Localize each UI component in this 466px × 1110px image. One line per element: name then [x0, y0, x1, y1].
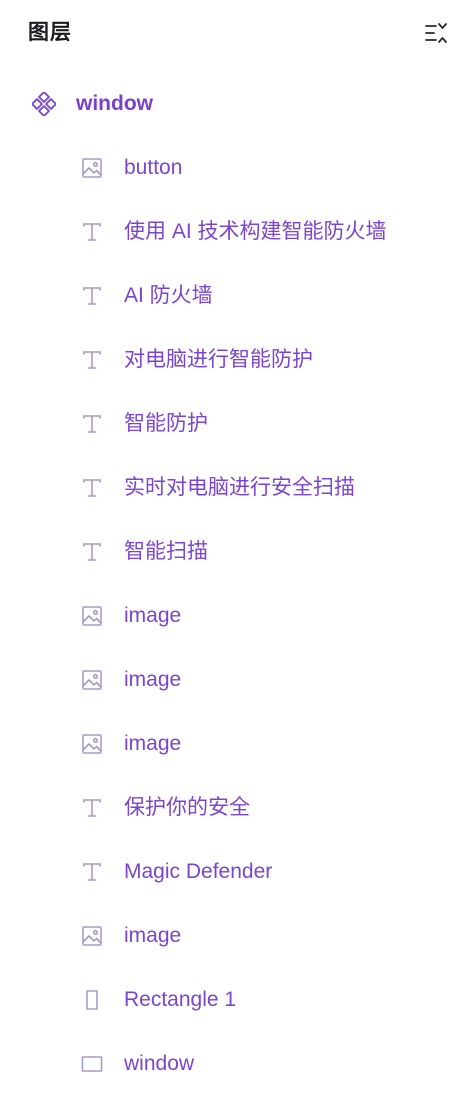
- image-icon: [80, 924, 104, 948]
- text-icon: [80, 796, 104, 820]
- image-icon: [80, 156, 104, 180]
- layer-row[interactable]: image: [0, 648, 466, 712]
- collapse-all-button[interactable]: [420, 18, 452, 48]
- text-icon: [80, 220, 104, 244]
- layer-row[interactable]: 保护你的安全: [0, 776, 466, 840]
- layer-label: 保护你的安全: [124, 796, 250, 819]
- layer-label: 使用 AI 技术构建智能防火墙: [124, 220, 387, 243]
- text-icon: [80, 348, 104, 372]
- layer-row[interactable]: 智能防护: [0, 392, 466, 456]
- layer-row[interactable]: 对电脑进行智能防护: [0, 328, 466, 392]
- rectangle-wide-icon: [80, 1052, 104, 1076]
- layer-label: 实时对电脑进行安全扫描: [124, 476, 355, 499]
- layer-label: 智能扫描: [124, 540, 208, 563]
- layer-label: window: [76, 92, 153, 115]
- layer-label: image: [124, 604, 182, 627]
- layer-label: Magic Defender: [124, 860, 273, 883]
- layer-row[interactable]: button: [0, 136, 466, 200]
- layer-row[interactable]: 实时对电脑进行安全扫描: [0, 456, 466, 520]
- text-icon: [80, 860, 104, 884]
- text-icon: [80, 412, 104, 436]
- layer-tree: window button 使用 AI 技术构建智能防火墙 AI 防火墙对电脑进行智…: [0, 72, 466, 1096]
- layer-row[interactable]: Magic Defender: [0, 840, 466, 904]
- layer-label: image: [124, 668, 182, 691]
- layer-label: button: [124, 156, 183, 179]
- layer-label: Rectangle 1: [124, 988, 237, 1011]
- layer-row[interactable]: image: [0, 904, 466, 968]
- image-icon: [80, 732, 104, 756]
- layer-row[interactable]: window: [0, 1032, 466, 1096]
- layer-label: image: [124, 924, 182, 947]
- layers-panel: 图层 window button 使用 AI 技术构建智能防火墙 AI 防火墙 …: [0, 0, 466, 1110]
- image-icon: [80, 668, 104, 692]
- layer-label: 对电脑进行智能防护: [124, 348, 313, 371]
- layer-label: 智能防护: [124, 412, 208, 435]
- text-icon: [80, 284, 104, 308]
- layer-row[interactable]: AI 防火墙: [0, 264, 466, 328]
- rectangle-tall-icon: [80, 988, 104, 1012]
- layer-row-root[interactable]: window: [0, 72, 466, 136]
- layer-label: image: [124, 732, 182, 755]
- list-collapse-icon: [423, 21, 449, 45]
- layer-row[interactable]: image: [0, 712, 466, 776]
- layer-row[interactable]: Rectangle 1: [0, 968, 466, 1032]
- layer-row[interactable]: image: [0, 584, 466, 648]
- layer-label: AI 防火墙: [124, 284, 213, 307]
- layer-label: window: [124, 1052, 195, 1075]
- layer-row[interactable]: 使用 AI 技术构建智能防火墙: [0, 200, 466, 264]
- panel-header: 图层: [0, 0, 466, 66]
- text-icon: [80, 476, 104, 500]
- component-icon: [32, 92, 56, 116]
- panel-title: 图层: [28, 21, 72, 44]
- image-icon: [80, 604, 104, 628]
- text-icon: [80, 540, 104, 564]
- layer-row[interactable]: 智能扫描: [0, 520, 466, 584]
